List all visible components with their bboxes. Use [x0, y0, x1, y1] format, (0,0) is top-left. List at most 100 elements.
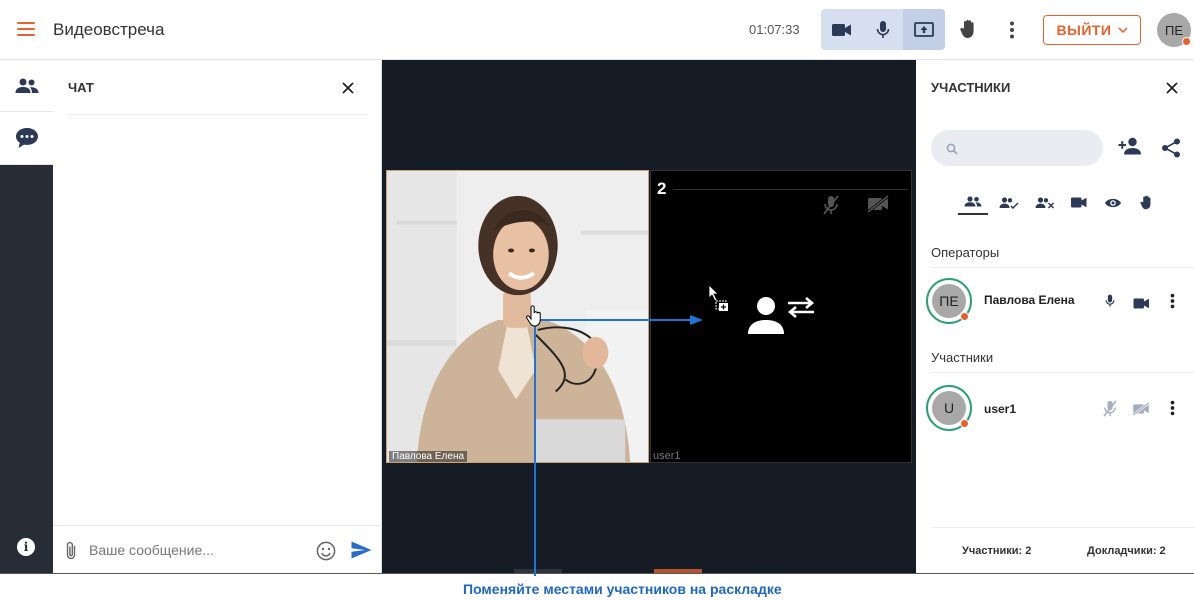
exit-button[interactable]: ВЫЙТИ — [1043, 15, 1141, 45]
mic-toggle-button[interactable] — [862, 9, 903, 50]
hand-icon — [1140, 195, 1151, 210]
tab-raised-hands[interactable] — [1132, 190, 1162, 215]
send-icon — [351, 541, 372, 559]
camera-toggle-button[interactable] — [821, 9, 862, 50]
divider — [931, 372, 1194, 373]
chat-rail-button[interactable] — [0, 112, 53, 165]
chat-icon — [15, 128, 38, 148]
share-button[interactable] — [1161, 138, 1181, 163]
eye-icon — [1105, 198, 1121, 207]
camera-off-icon — [867, 194, 889, 218]
tab-camera[interactable] — [1064, 190, 1094, 215]
tile-name-label: Павлова Елена — [389, 451, 468, 462]
page-title: Видеовстреча — [53, 20, 165, 39]
camera-icon — [1071, 197, 1087, 208]
hand-icon — [960, 19, 974, 38]
raise-hand-button[interactable] — [960, 19, 978, 39]
divider — [931, 527, 1194, 528]
tile-name-label: user1 — [653, 450, 681, 462]
participant-mic-button[interactable] — [1105, 294, 1115, 313]
user-avatar[interactable]: ПЕ — [1157, 13, 1191, 47]
user-initials: ПЕ — [1164, 22, 1183, 38]
tab-present[interactable] — [994, 190, 1024, 215]
participant-camera-button[interactable] — [1133, 296, 1150, 314]
participants-rail-button[interactable] — [0, 60, 53, 112]
send-button[interactable] — [351, 541, 372, 564]
panel-title: УЧАСТНИКИ — [931, 80, 1011, 95]
speakers-count: Докладчики: 2 — [1087, 545, 1166, 557]
panel-close-button[interactable] — [1166, 81, 1178, 99]
all-icon — [964, 196, 982, 207]
participants-count: Участники: 2 — [962, 545, 1032, 557]
participant-camera-button[interactable] — [1132, 401, 1150, 421]
section-title-participants: Участники — [931, 350, 994, 365]
divider — [673, 189, 908, 190]
top-bar: Видеовстреча 01:07:33 ВЫЙТИ ПЕ — [0, 0, 1194, 60]
mic-off-icon — [1103, 400, 1117, 417]
exit-label: ВЫЙТИ — [1056, 22, 1112, 38]
add-participant-button[interactable] — [1118, 137, 1142, 160]
participant-name: Павлова Елена — [984, 293, 1075, 307]
chat-message-input[interactable] — [89, 538, 309, 562]
more-vertical-icon — [1170, 293, 1175, 309]
video-tile-1[interactable]: Павлова Елена — [386, 170, 649, 463]
menu-icon[interactable] — [17, 22, 35, 38]
guide-line-vertical — [534, 320, 536, 576]
status-indicator — [960, 312, 969, 321]
participant-mic-button[interactable] — [1102, 400, 1118, 422]
section-title-operators: Операторы — [931, 245, 1000, 260]
swap-participants-icon[interactable] — [746, 296, 816, 343]
hand-cursor-icon — [526, 305, 541, 327]
add-user-icon — [1118, 137, 1141, 155]
left-rail: i — [0, 60, 53, 573]
divider — [931, 267, 1194, 268]
participant-menu-button[interactable] — [1170, 293, 1175, 314]
drag-cursor-icon — [707, 284, 729, 317]
present-icon — [999, 196, 1019, 209]
guide-line-horizontal — [534, 319, 694, 321]
app: Видеовстреча 01:07:33 ВЫЙТИ ПЕ i ЧАТ Ваш… — [0, 0, 1194, 601]
search-input[interactable] — [967, 138, 1093, 158]
participant-row[interactable]: ПЕ Павлова Елена — [916, 273, 1194, 329]
emoji-icon — [316, 541, 336, 561]
camera-icon — [831, 23, 851, 36]
chat-title: ЧАТ — [68, 80, 94, 95]
close-icon — [1166, 82, 1178, 94]
info-icon[interactable]: i — [17, 538, 35, 556]
chat-composer — [53, 525, 382, 573]
guide-arrow-icon — [690, 315, 703, 325]
video-stage: Павлова Елена 2 user1 — [382, 60, 916, 573]
participant-filter-tabs — [958, 190, 1158, 218]
status-indicator — [1182, 37, 1191, 46]
absent-icon — [1035, 196, 1055, 209]
tile-number: 2 — [657, 179, 667, 198]
people-icon — [15, 78, 38, 93]
participant-video — [387, 171, 648, 462]
tab-absent[interactable] — [1030, 190, 1060, 215]
close-icon — [342, 82, 354, 94]
emoji-button[interactable] — [316, 541, 336, 566]
more-options-button[interactable] — [1009, 21, 1015, 39]
tab-viewers[interactable] — [1098, 190, 1128, 215]
attach-button[interactable] — [65, 541, 77, 566]
screen-share-button[interactable] — [903, 9, 945, 50]
chat-close-button[interactable] — [342, 81, 354, 99]
call-timer: 01:07:33 — [749, 22, 800, 37]
tutorial-caption: Поменяйте местами участников на раскладк… — [463, 581, 782, 597]
avatar: U — [926, 385, 972, 431]
share-icon — [1162, 138, 1180, 158]
more-vertical-icon — [1170, 400, 1175, 416]
camera-icon — [1133, 298, 1149, 309]
chat-panel: ЧАТ — [53, 60, 382, 573]
paperclip-icon — [66, 541, 76, 560]
search-icon — [946, 142, 958, 160]
participant-search[interactable] — [931, 130, 1103, 166]
avatar: ПЕ — [926, 278, 972, 324]
participant-name: user1 — [984, 402, 1017, 416]
status-indicator — [960, 419, 969, 428]
tab-all[interactable] — [958, 190, 988, 215]
media-controls — [821, 9, 945, 50]
participant-row[interactable]: U user1 — [916, 380, 1194, 436]
participant-menu-button[interactable] — [1170, 400, 1175, 421]
more-vertical-icon — [1010, 21, 1014, 39]
